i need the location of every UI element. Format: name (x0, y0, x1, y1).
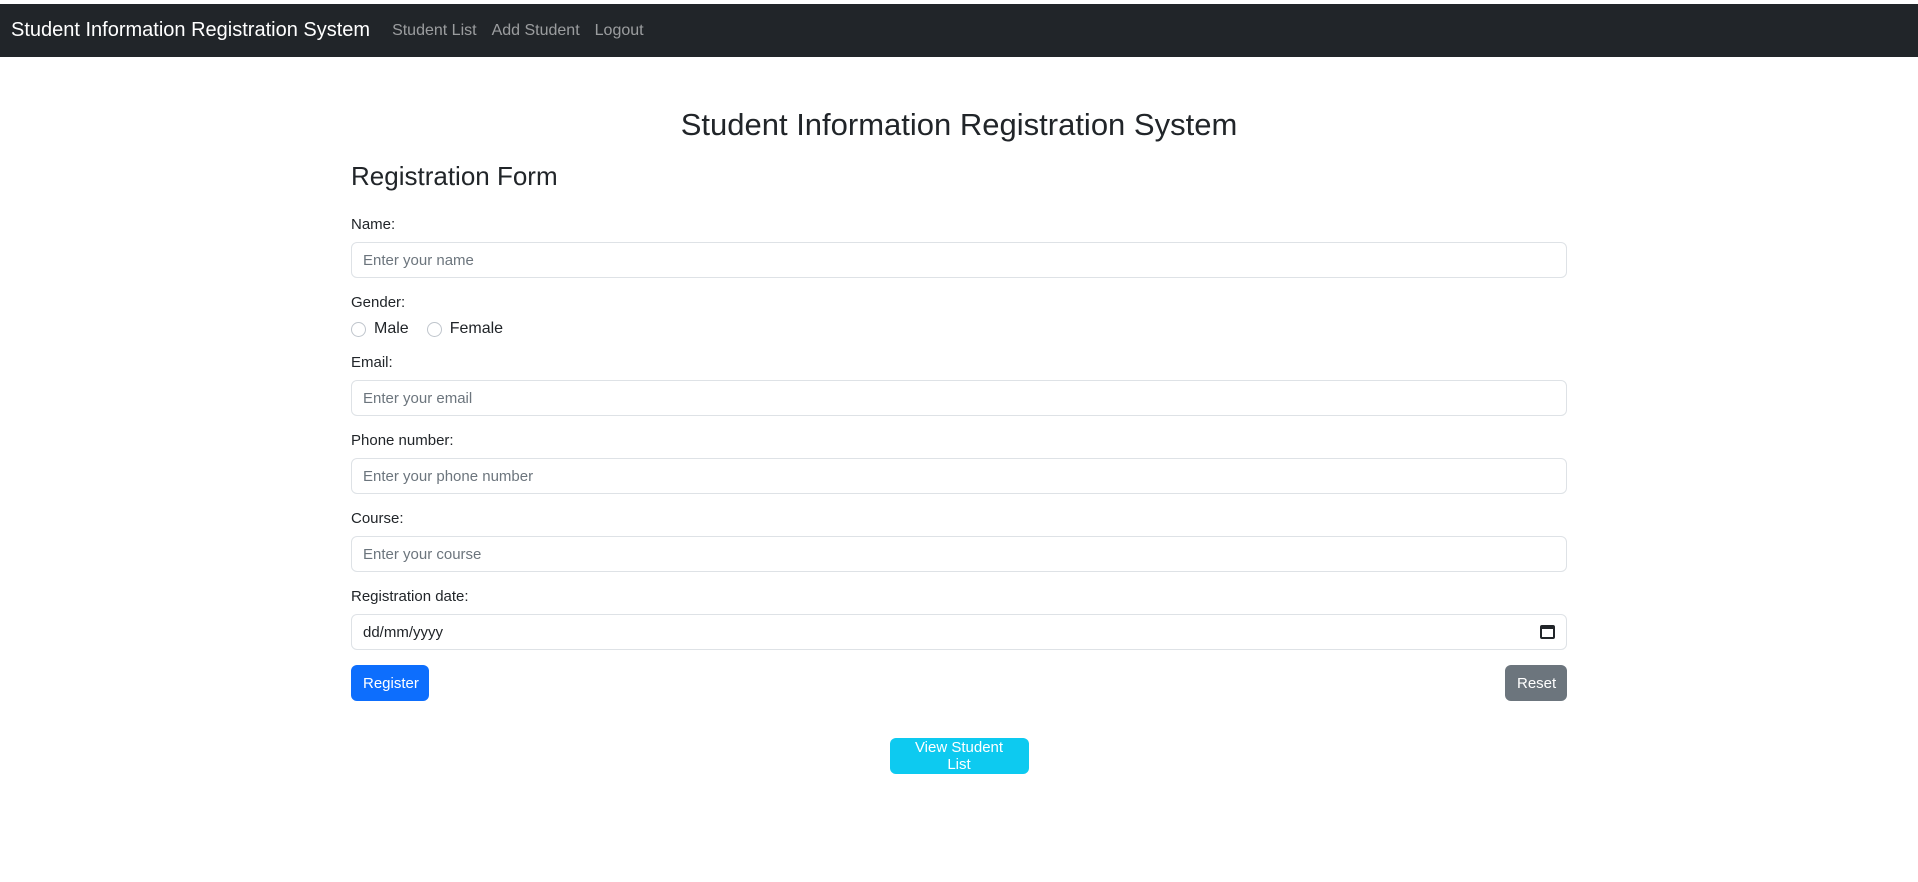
nav-link-logout[interactable]: Logout (595, 22, 644, 40)
email-field-group: Email: (351, 354, 1567, 417)
navbar-brand[interactable]: Student Information Registration System (11, 19, 370, 42)
nav-link-add-student[interactable]: Add Student (492, 22, 580, 40)
course-label: Course: (351, 510, 404, 528)
phone-field-group: Phone number: (351, 432, 1567, 495)
male-radio-label[interactable]: Male (374, 320, 409, 338)
registration-form: Name: Gender: Male Female Email: Phone n… (351, 216, 1567, 702)
name-label: Name: (351, 216, 396, 234)
name-field-group: Name: (351, 216, 1567, 279)
registration-date-input[interactable]: dd/mm/yyyy (351, 614, 1567, 651)
female-radio[interactable] (426, 321, 442, 337)
email-label: Email: (351, 354, 393, 372)
gender-field-group: Gender: Male Female (351, 294, 1567, 338)
page-title: Student Information Registration System (680, 107, 1238, 142)
name-input[interactable] (351, 242, 1567, 279)
gender-option-male[interactable]: Male (351, 320, 409, 338)
reset-button[interactable]: Reset (1505, 665, 1567, 702)
nav-link-student-list[interactable]: Student List (392, 22, 477, 40)
date-format-text: dd/mm/yyyy (363, 623, 444, 641)
calendar-icon[interactable] (1540, 625, 1555, 640)
view-student-list-button[interactable]: View Student List (889, 738, 1029, 775)
gender-option-female[interactable]: Female (426, 320, 503, 338)
email-input[interactable] (351, 380, 1567, 417)
course-input[interactable] (351, 536, 1567, 573)
female-radio-label[interactable]: Female (450, 320, 503, 338)
nav-links: Student List Add Student Logout (392, 22, 659, 40)
form-buttons-row: Register Reset (351, 665, 1567, 702)
date-field-group: Registration date: dd/mm/yyyy (351, 588, 1567, 651)
phone-label: Phone number: (351, 432, 454, 450)
registration-date-label: Registration date: (351, 588, 469, 606)
gender-radio-group: Male Female (351, 320, 1567, 338)
male-radio[interactable] (351, 321, 366, 337)
form-title: Registration Form (351, 161, 558, 192)
view-list-row: View Student List (351, 738, 1567, 775)
course-field-group: Course: (351, 510, 1567, 573)
navbar: Student Information Registration System … (0, 4, 1918, 57)
phone-input[interactable] (351, 458, 1567, 495)
main-container: Student Information Registration System … (351, 57, 1567, 775)
register-button[interactable]: Register (351, 665, 429, 702)
gender-label: Gender: (351, 294, 406, 312)
